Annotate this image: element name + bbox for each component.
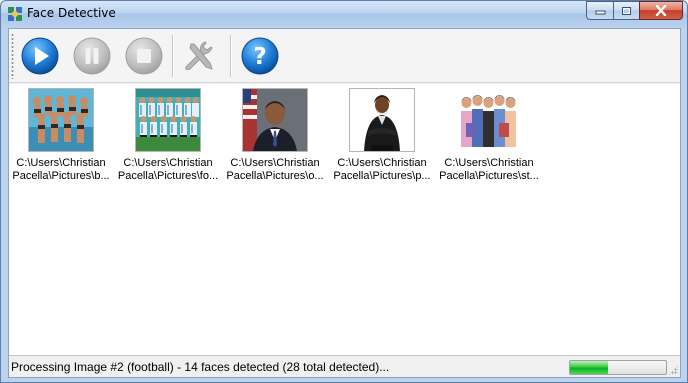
pause-icon	[73, 37, 111, 75]
toolbar-grip[interactable]	[11, 33, 14, 79]
image-thumbnail	[349, 88, 415, 152]
image-path-line: C:\Users\Christian	[123, 157, 213, 169]
team-photo-thumbnail	[136, 89, 200, 151]
app-window: Face Detective ? C:\Users\Christian Pace…	[0, 0, 688, 383]
maximize-icon	[622, 6, 631, 15]
progress-bar	[569, 360, 667, 375]
resize-grip[interactable]	[668, 365, 678, 375]
image-item[interactable]: C:\Users\Christian Pacella\Pictures\p...	[330, 88, 434, 184]
image-path-label: C:\Users\Christian Pacella\Pictures\fo..…	[116, 157, 220, 183]
close-icon	[655, 5, 667, 16]
tools-icon	[185, 41, 213, 70]
face-detective-app-icon	[8, 7, 22, 21]
toolbar: ?	[9, 29, 680, 83]
settings-button[interactable]	[177, 34, 221, 78]
svg-text:?: ?	[253, 44, 266, 70]
toolbar-separator	[230, 35, 232, 77]
image-path-line: Pacella\Pictures\o...	[226, 170, 324, 182]
play-icon	[21, 37, 59, 75]
play-button[interactable]	[18, 34, 62, 78]
image-path-line: C:\Users\Christian	[230, 157, 320, 169]
maximize-button[interactable]	[613, 1, 639, 20]
group-photo-thumbnail	[29, 89, 93, 151]
status-bar: Processing Image #2 (football) - 14 face…	[9, 355, 680, 377]
portrait-thumbnail	[243, 89, 307, 151]
stop-button[interactable]	[122, 34, 166, 78]
image-thumbnail	[242, 88, 308, 152]
close-button[interactable]	[639, 1, 683, 20]
toolbar-separator	[172, 35, 174, 77]
image-path-line: C:\Users\Christian	[337, 157, 427, 169]
image-path-label: C:\Users\Christian Pacella\Pictures\p...	[330, 157, 434, 183]
caption-buttons	[586, 1, 683, 20]
client-area: ? C:\Users\Christian Pacella\Pictures\b.…	[8, 28, 681, 378]
image-path-line: Pacella\Pictures\p...	[333, 170, 431, 182]
minimize-button[interactable]	[586, 1, 613, 20]
image-path-line: C:\Users\Christian	[444, 157, 534, 169]
image-thumbnail	[135, 88, 201, 152]
image-thumbnail	[28, 88, 94, 152]
image-path-label: C:\Users\Christian Pacella\Pictures\o...	[223, 157, 327, 183]
help-icon: ?	[241, 37, 279, 75]
pause-button[interactable]	[70, 34, 114, 78]
minimize-icon	[595, 10, 605, 15]
image-item[interactable]: C:\Users\Christian Pacella\Pictures\o...	[223, 88, 327, 184]
image-path-line: Pacella\Pictures\b...	[12, 170, 110, 182]
stop-icon	[125, 37, 163, 75]
status-text: Processing Image #2 (football) - 14 face…	[11, 360, 390, 374]
image-thumbnail	[456, 88, 522, 152]
students-group-thumbnail	[457, 89, 521, 151]
image-path-line: C:\Users\Christian	[16, 157, 106, 169]
image-path-line: Pacella\Pictures\st...	[439, 170, 539, 182]
title-bar[interactable]: Face Detective	[1, 1, 687, 27]
image-item[interactable]: C:\Users\Christian Pacella\Pictures\fo..…	[116, 88, 220, 184]
image-item[interactable]: C:\Users\Christian Pacella\Pictures\b...	[9, 88, 113, 184]
image-item[interactable]: C:\Users\Christian Pacella\Pictures\st..…	[437, 88, 541, 184]
image-path-line: Pacella\Pictures\fo...	[117, 170, 219, 182]
image-path-label: C:\Users\Christian Pacella\Pictures\st..…	[437, 157, 541, 183]
image-path-label: C:\Users\Christian Pacella\Pictures\b...	[9, 157, 113, 183]
image-list[interactable]: C:\Users\Christian Pacella\Pictures\b...	[9, 84, 680, 355]
window-title: Face Detective	[27, 6, 116, 20]
woman-portrait-thumbnail	[350, 89, 414, 151]
progress-bar-fill	[570, 361, 609, 374]
help-button[interactable]: ?	[238, 34, 282, 78]
